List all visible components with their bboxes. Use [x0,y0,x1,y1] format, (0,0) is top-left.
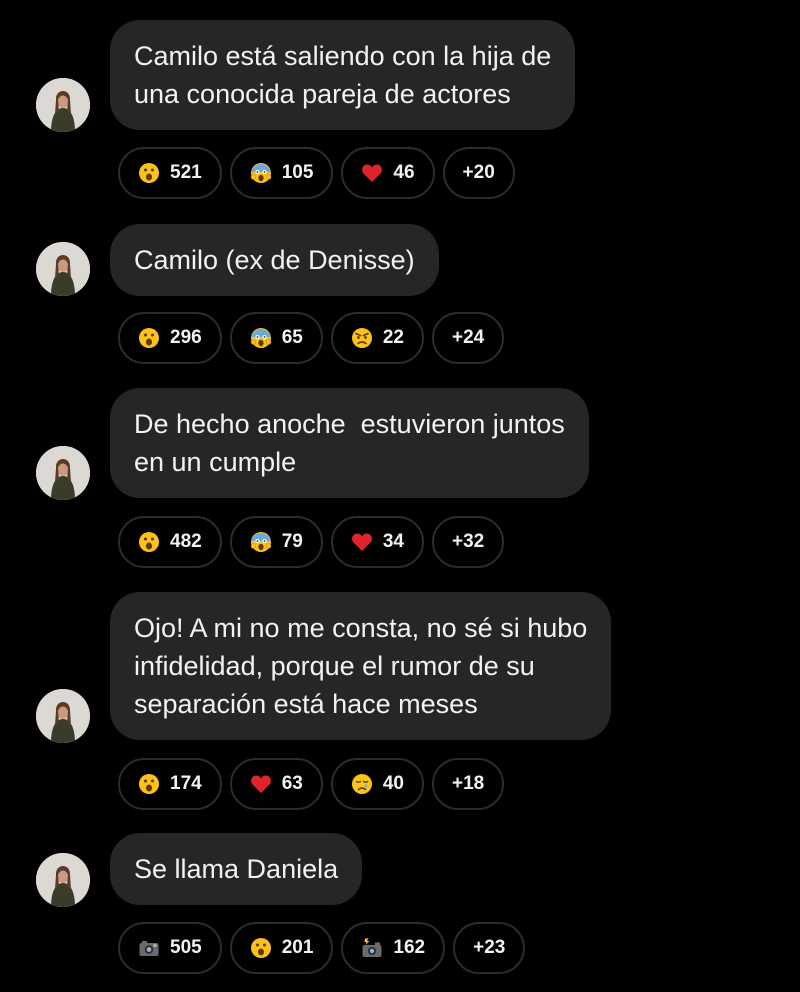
red-heart-icon [361,162,383,184]
avatar-image [36,446,90,500]
reaction-pill[interactable]: 482 [118,516,222,568]
surprised-face-icon [138,531,160,553]
surprised-face-icon [138,327,160,349]
avatar[interactable] [36,689,90,743]
avatar[interactable] [36,446,90,500]
surprised-face-icon [138,162,160,184]
more-reactions-count: +18 [451,773,485,794]
reaction-pill[interactable]: 46 [341,147,435,199]
reaction-count: 63 [281,773,303,794]
reaction-pill[interactable]: 105 [229,147,334,199]
message-bubble[interactable]: Camilo (ex de Denisse) [110,224,439,296]
surprised-face-icon [138,773,160,795]
red-heart-icon [351,531,373,553]
reaction-pill[interactable]: 521 [118,147,222,199]
reaction-pill[interactable]: 34 [330,516,424,568]
more-reactions-count: +24 [451,327,485,348]
message-bubble[interactable]: Se llama Daniela [110,833,363,905]
screaming-face-icon [250,531,272,553]
reaction-count: 521 [170,162,202,183]
reaction-count: 46 [393,162,415,183]
reaction-count: 40 [382,773,404,794]
reaction-count: 65 [281,327,303,348]
message-text: Ojo! A mi no me consta, no sé si hubo [134,613,588,643]
message-text: De hecho anoche estuvieron juntos [134,409,565,439]
message-text: Camilo (ex de Denisse) [134,245,415,275]
reaction-pill[interactable]: 79 [229,516,323,568]
reaction-pill[interactable]: 63 [229,758,323,810]
avatar-image [36,853,90,907]
reaction-bar: 174 63 40 +18 [118,758,505,810]
reaction-bar: 505 201 162 +23 [118,922,526,974]
reaction-count: 162 [393,937,426,958]
more-reactions-pill[interactable]: +23 [453,922,526,974]
reaction-bar: 482 79 34 +32 [118,516,505,568]
more-reactions-pill[interactable]: +18 [431,758,505,810]
surprised-face-icon [250,937,272,959]
camera-with-flash-icon [361,937,383,959]
camera-icon [138,937,160,959]
message-bubble[interactable]: De hecho anoche estuvieron juntos en un … [110,388,589,498]
reaction-pill[interactable]: 162 [341,922,446,974]
more-reactions-count: +23 [473,937,506,958]
message-text: Se llama Daniela [134,854,339,884]
reaction-pill[interactable]: 65 [229,312,323,364]
message-text: una conocida pareja de actores [134,79,511,109]
reaction-count: 79 [281,531,303,552]
more-reactions-count: +32 [451,531,485,552]
reaction-pill[interactable]: 201 [229,922,334,974]
reaction-count: 34 [382,531,404,552]
avatar-image [36,78,90,132]
reaction-pill[interactable]: 296 [118,312,222,364]
reaction-pill[interactable]: 40 [330,758,424,810]
more-reactions-count: +20 [462,162,495,183]
reaction-pill[interactable]: 22 [330,312,424,364]
more-reactions-pill[interactable]: +32 [431,516,505,568]
more-reactions-pill[interactable]: +24 [431,312,505,364]
message-bubble[interactable]: Ojo! A mi no me consta, no sé si hubo in… [110,592,612,740]
message-thread: Camilo está saliendo con la hija de una … [0,0,800,992]
reaction-count: 105 [281,162,314,183]
reaction-count: 296 [170,327,202,348]
reaction-count: 201 [281,937,314,958]
message-text: separación está hace meses [134,689,478,719]
avatar[interactable] [36,242,90,296]
red-heart-icon [250,773,272,795]
screaming-face-icon [250,327,272,349]
reaction-count: 482 [170,531,202,552]
reaction-pill[interactable]: 174 [118,758,222,810]
reaction-count: 174 [170,773,202,794]
reaction-pill[interactable]: 505 [118,922,222,974]
avatar[interactable] [36,853,90,907]
message-text: en un cumple [134,447,297,477]
reaction-bar: 296 65 22 +24 [118,312,505,364]
message-bubble[interactable]: Camilo está saliendo con la hija de una … [110,20,576,130]
reaction-count: 22 [382,327,404,348]
message-text: Camilo está saliendo con la hija de [134,41,552,71]
message-text: infidelidad, porque el rumor de su [134,651,535,681]
angry-face-icon [351,327,373,349]
reaction-count: 505 [170,937,202,958]
avatar-image [36,689,90,743]
reaction-bar: 521 105 46 +20 [118,147,515,199]
crying-face-icon [351,773,373,795]
avatar-image [36,242,90,296]
more-reactions-pill[interactable]: +20 [442,147,515,199]
screaming-face-icon [250,162,272,184]
avatar[interactable] [36,78,90,132]
